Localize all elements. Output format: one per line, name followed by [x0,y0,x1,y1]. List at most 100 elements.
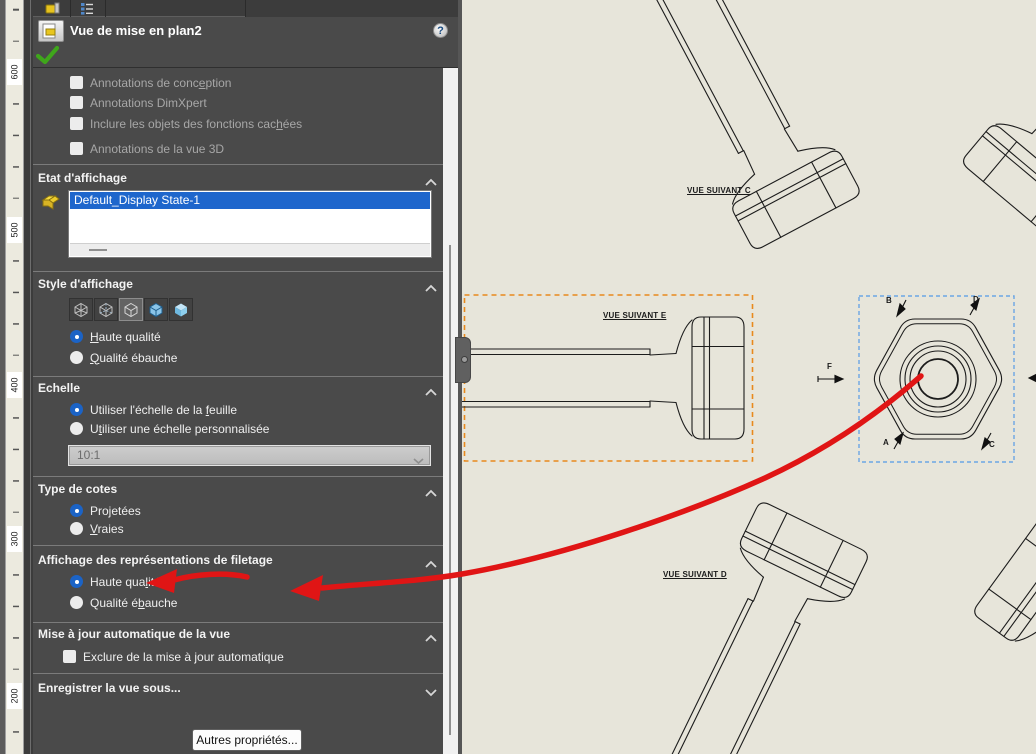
scale-dropdown[interactable]: 10:1 [68,445,431,466]
label-part: ption [205,76,231,90]
header-separator [33,67,458,68]
label-part: Qualité é [90,596,138,610]
radio-style-haute-qualite[interactable]: Haute qualité [70,329,161,344]
hidden-lines-removed-button[interactable] [119,298,143,321]
chevron-up-icon[interactable] [424,630,438,639]
label-part: Projetées [90,504,141,518]
group-header-save-view[interactable]: Enregistrer la vue sous... [38,681,181,695]
group-separator [33,545,443,546]
checkbox-box[interactable] [70,76,83,89]
group-separator [33,622,443,623]
checkbox-annotations-conception[interactable]: Annotations de conception [70,75,231,90]
view-label-e[interactable]: VUE SUIVANT E [603,311,666,320]
radio-thread-qualite-ebauche[interactable]: Qualité ébauche [70,595,177,610]
checkbox-box[interactable] [63,650,76,663]
ruler-label: 500 [7,217,22,243]
view-label-c[interactable]: VUE SUIVANT C [687,186,751,195]
label-part: Annotations de la vue 3D [90,142,224,156]
hidden-lines-visible-button[interactable] [94,298,118,321]
label-part: ualité ébauche [99,351,177,365]
display-style-buttons [69,298,193,321]
radio-projetees[interactable]: Projetées [70,503,141,518]
radio-custom-scale[interactable]: Utiliser une échelle personnalisée [70,421,269,436]
checkbox-box[interactable] [70,142,83,155]
wireframe-button[interactable] [69,298,93,321]
checkbox-hidden-features[interactable]: Inclure les objets des fonctions cachées [70,116,302,131]
group-header-dim-type[interactable]: Type de cotes [38,482,117,496]
tab-property-manager[interactable] [36,0,70,16]
radio-vraies[interactable]: Vraies [70,521,124,536]
checkbox-label: Annotations de conception [90,76,231,90]
drawing-view-icon-button[interactable] [38,20,64,42]
panel-scrollbar-thumb[interactable] [449,245,451,735]
help-icon[interactable]: ? [433,23,448,38]
ruler-label: 600 [7,59,22,85]
radio-sheet-scale[interactable]: Utiliser l'échelle de la feuille [70,402,237,417]
radio-label: Qualité ébauche [90,351,177,365]
view-label-d[interactable]: VUE SUIVANT D [663,570,727,579]
shaded-button[interactable] [169,298,193,321]
part-icon [40,191,61,217]
checkbox-label: Annotations de la vue 3D [90,142,224,156]
panel-splitter-handle[interactable] [455,337,471,383]
list-resize-grip[interactable] [70,243,430,256]
chevron-up-icon[interactable] [424,280,438,289]
drawing-sheet[interactable] [462,0,1036,754]
radio-dot[interactable] [70,403,83,416]
radio-dot[interactable] [70,504,83,517]
radio-dot[interactable] [70,351,83,364]
chevron-up-icon[interactable] [424,556,438,565]
checkbox-box[interactable] [70,117,83,130]
chevron-up-icon[interactable] [424,384,438,393]
shaded-with-edges-button[interactable] [144,298,168,321]
chevron-down-icon[interactable] [413,452,424,471]
more-properties-button[interactable]: Autres propriétés... [192,729,302,751]
ok-button[interactable] [36,45,60,65]
radio-label: Qualité ébauche [90,596,177,610]
ruler-label: 400 [7,372,22,398]
group-header-thread-display[interactable]: Affichage des représentations de filetag… [38,553,273,567]
vertical-ruler: 600 500 400 300 200 [5,0,24,754]
group-separator [33,376,443,377]
checkbox-3d-view-annotations[interactable]: Annotations de la vue 3D [70,141,224,156]
tab-configurations[interactable] [70,0,105,16]
tab-divider [105,0,106,17]
group-header-display-style[interactable]: Style d'affichage [38,277,133,291]
checkbox-box[interactable] [70,96,83,109]
configurations-icon [80,2,95,15]
radio-label: Vraies [90,522,124,536]
list-item-selected[interactable]: Default_Display State-1 [70,192,430,209]
chevron-up-icon[interactable] [424,174,438,183]
ruler-label-text: 300 [10,531,20,546]
scale-dropdown-value: 10:1 [77,448,100,462]
ruler-label: 200 [7,683,22,709]
group-header-display-state[interactable]: Etat d'affichage [38,171,127,185]
radio-dot[interactable] [70,522,83,535]
radio-label: Haute qualité [90,575,161,589]
marker-letter-c: C [989,440,995,449]
checkbox-annotations-dimxpert[interactable]: Annotations DimXpert [70,95,207,110]
label-part: H [90,330,99,344]
radio-style-qualite-ebauche[interactable]: Qualité ébauche [70,350,177,365]
radio-dot[interactable] [70,330,83,343]
group-header-scale[interactable]: Echelle [38,381,80,395]
radio-dot[interactable] [70,596,83,609]
radio-label: Projetées [90,504,141,518]
marker-letter-a: A [883,438,889,447]
label-part: Exclure de la mise à jour automatique [83,650,284,664]
display-state-list[interactable]: Default_Display State-1 [68,190,432,258]
radio-dot[interactable] [70,575,83,588]
ok-check-icon [36,45,60,65]
radio-dot[interactable] [70,422,83,435]
label-part: h [276,117,283,131]
checkbox-label: Inclure les objets des fonctions cachées [90,117,302,131]
label-part: b [138,596,145,610]
chevron-up-icon[interactable] [424,485,438,494]
label-part: Utiliser l'échelle de la [90,403,206,417]
group-header-auto-update[interactable]: Mise à jour automatique de la vue [38,627,230,641]
marker-letter-b: B [886,296,892,305]
checkbox-exclude-auto-update[interactable]: Exclure de la mise à jour automatique [63,649,284,664]
tabbar-line [33,16,245,17]
radio-thread-haute-qualite[interactable]: Haute qualité [70,574,161,589]
chevron-down-icon[interactable] [424,684,438,693]
